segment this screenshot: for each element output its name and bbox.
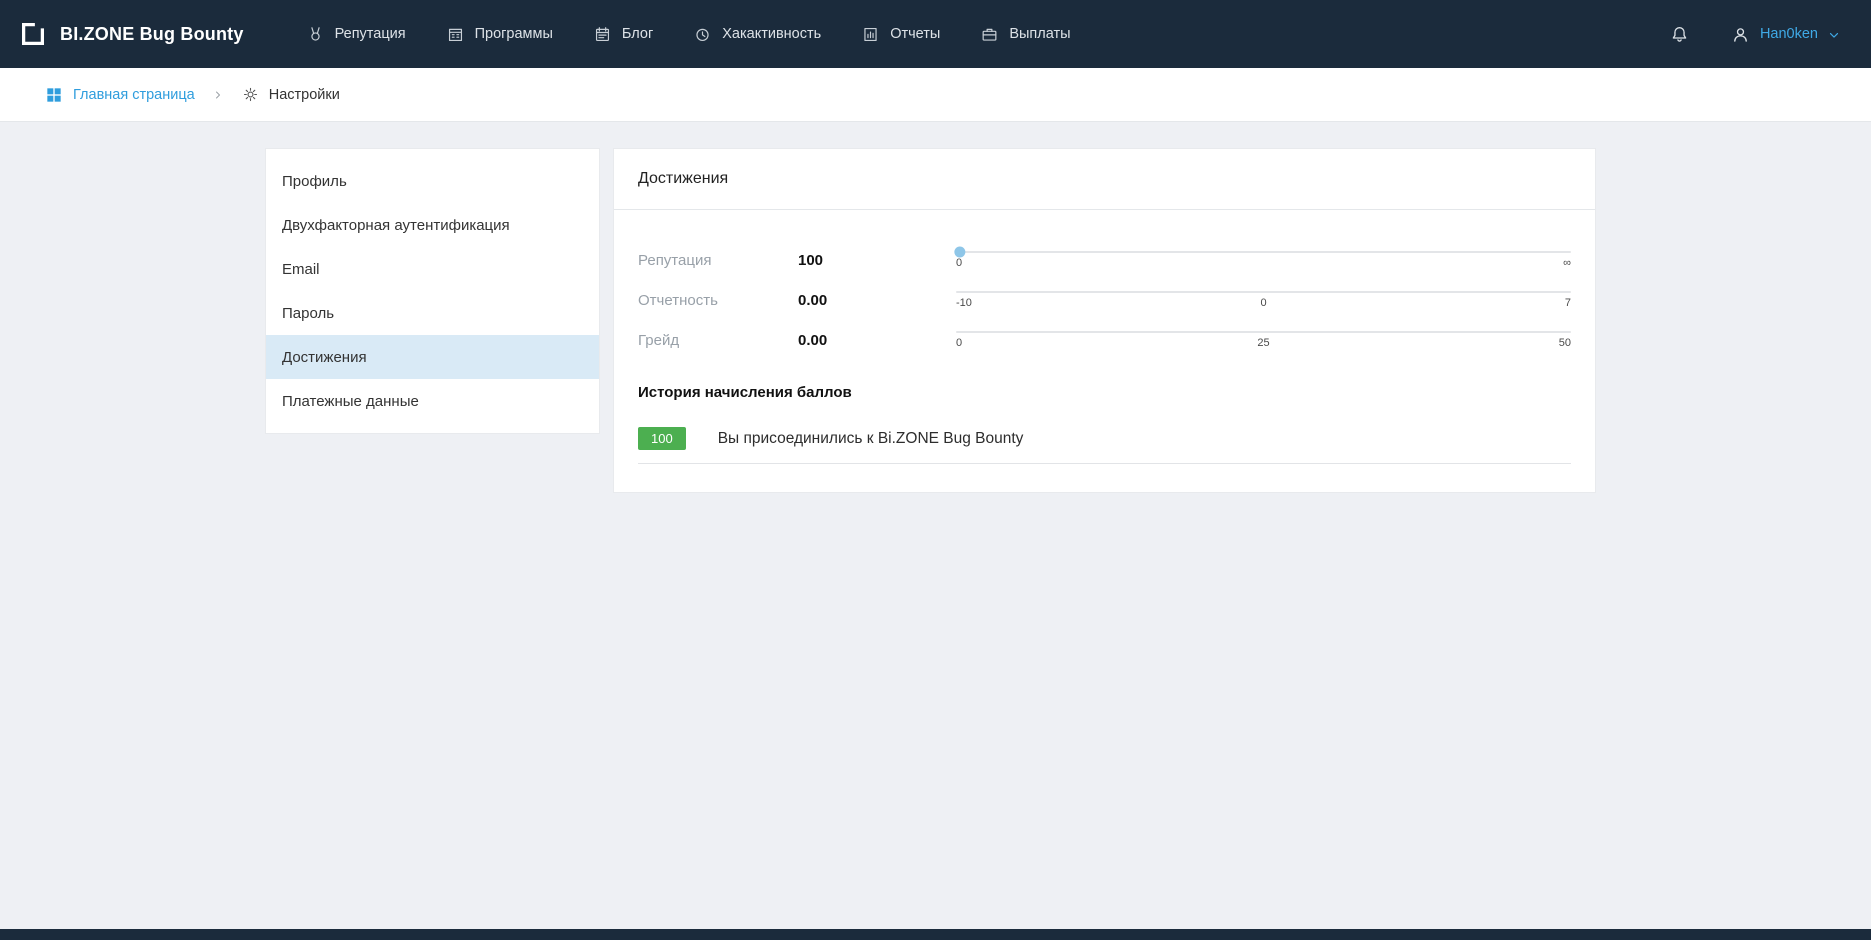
top-navbar: BI.ZONE Bug Bounty Репутация Программы Б… <box>0 0 1871 68</box>
stat-row-grade: Грейд 0.00 0 25 50 <box>638 320 1571 360</box>
navbar-right: Han0ken <box>1669 24 1841 45</box>
tick-max: 50 <box>1559 337 1571 349</box>
breadcrumb-current-label: Настройки <box>269 87 340 103</box>
stat-row-reporting: Отчетность 0.00 -10 0 7 <box>638 280 1571 320</box>
menu-item-label: Достижения <box>282 349 367 366</box>
nav-item-reputation[interactable]: Репутация <box>306 25 406 44</box>
nav-item-payments[interactable]: Выплаты <box>980 25 1070 44</box>
achievements-card: Достижения Репутация 100 0 ∞ От <box>613 148 1596 493</box>
main-nav: Репутация Программы Блог Хакактивность О… <box>306 25 1071 44</box>
stat-row-reputation: Репутация 100 0 ∞ <box>638 240 1571 280</box>
menu-item-label: Двухфакторная аутентификация <box>282 217 510 234</box>
tick-max: 7 <box>1565 297 1571 309</box>
tick-mid: 25 <box>1257 337 1269 349</box>
calendar-icon <box>593 25 612 44</box>
points-badge: 100 <box>638 427 686 450</box>
footer-strip <box>0 929 1871 940</box>
history-clock-icon <box>693 25 712 44</box>
reputation-slider: 0 ∞ <box>956 251 1571 269</box>
grid-home-icon <box>44 85 64 105</box>
menu-item-achievements[interactable]: Достижения <box>266 335 599 379</box>
tick-max: ∞ <box>1563 257 1571 269</box>
slider-track <box>956 291 1571 293</box>
notifications-bell-icon[interactable] <box>1669 24 1690 45</box>
history-section-title: История начисления баллов <box>638 384 1571 401</box>
slider-dot <box>954 247 965 258</box>
menu-item-two-factor[interactable]: Двухфакторная аутентификация <box>266 203 599 247</box>
menu-item-label: Профиль <box>282 173 347 190</box>
brand-name: BI.ZONE Bug Bounty <box>60 24 244 45</box>
tick-min: -10 <box>956 297 972 309</box>
history-text: Вы присоединились к Bi.ZONE Bug Bounty <box>718 430 1024 448</box>
user-menu[interactable]: Han0ken <box>1730 24 1841 45</box>
nav-item-hackactivity[interactable]: Хакактивность <box>693 25 821 44</box>
slider-ticks: 0 25 50 <box>956 337 1571 349</box>
breadcrumb-separator-icon <box>204 89 232 101</box>
slider-ticks: 0 ∞ <box>956 257 1571 269</box>
nav-item-label: Программы <box>475 26 553 42</box>
achievements-body: Репутация 100 0 ∞ Отчетность 0.00 <box>614 210 1595 492</box>
breadcrumb-current: Настройки <box>241 85 340 104</box>
main-content: Профиль Двухфакторная аутентификация Ema… <box>0 122 1871 493</box>
page-title: Достижения <box>638 170 728 187</box>
building-icon <box>446 25 465 44</box>
menu-item-label: Email <box>282 261 320 278</box>
nav-item-blog[interactable]: Блог <box>593 25 653 44</box>
nav-item-reports[interactable]: Отчеты <box>861 25 940 44</box>
tick-min: 0 <box>956 257 962 269</box>
breadcrumb-home-label: Главная страница <box>73 87 195 103</box>
menu-item-label: Пароль <box>282 305 334 322</box>
menu-item-payment-data[interactable]: Платежные данные <box>266 379 599 423</box>
slider-ticks: -10 0 7 <box>956 297 1571 309</box>
gear-icon <box>241 85 260 104</box>
tick-min: 0 <box>956 337 962 349</box>
history-row: 100 Вы присоединились к Bi.ZONE Bug Boun… <box>638 427 1571 464</box>
medal-icon <box>306 25 325 44</box>
grade-slider: 0 25 50 <box>956 331 1571 349</box>
stat-value: 0.00 <box>798 292 956 309</box>
nav-item-programs[interactable]: Программы <box>446 25 553 44</box>
menu-item-email[interactable]: Email <box>266 247 599 291</box>
breadcrumb: Главная страница Настройки <box>0 68 1871 122</box>
nav-item-label: Репутация <box>335 26 406 42</box>
stat-value: 100 <box>798 252 956 269</box>
breadcrumb-home-link[interactable]: Главная страница <box>44 85 195 105</box>
nav-item-label: Выплаты <box>1009 26 1070 42</box>
chevron-down-icon <box>1827 26 1841 42</box>
settings-menu: Профиль Двухфакторная аутентификация Ema… <box>265 148 600 434</box>
briefcase-icon <box>980 25 999 44</box>
stat-label: Отчетность <box>638 292 798 309</box>
stat-value: 0.00 <box>798 332 956 349</box>
menu-item-label: Платежные данные <box>282 393 419 410</box>
user-icon <box>1730 24 1751 45</box>
user-name: Han0ken <box>1760 26 1818 42</box>
tick-mid: 0 <box>1260 297 1266 309</box>
stat-label: Грейд <box>638 332 798 349</box>
nav-item-label: Блог <box>622 26 653 42</box>
menu-item-password[interactable]: Пароль <box>266 291 599 335</box>
menu-item-profile[interactable]: Профиль <box>266 159 599 203</box>
slider-track <box>956 331 1571 333</box>
bizone-logo-icon <box>18 19 48 49</box>
stat-label: Репутация <box>638 252 798 269</box>
nav-item-label: Хакактивность <box>722 26 821 42</box>
reporting-slider: -10 0 7 <box>956 291 1571 309</box>
brand[interactable]: BI.ZONE Bug Bounty <box>18 19 244 49</box>
achievements-header: Достижения <box>614 149 1595 210</box>
bar-chart-icon <box>861 25 880 44</box>
slider-track <box>956 251 1571 253</box>
nav-item-label: Отчеты <box>890 26 940 42</box>
